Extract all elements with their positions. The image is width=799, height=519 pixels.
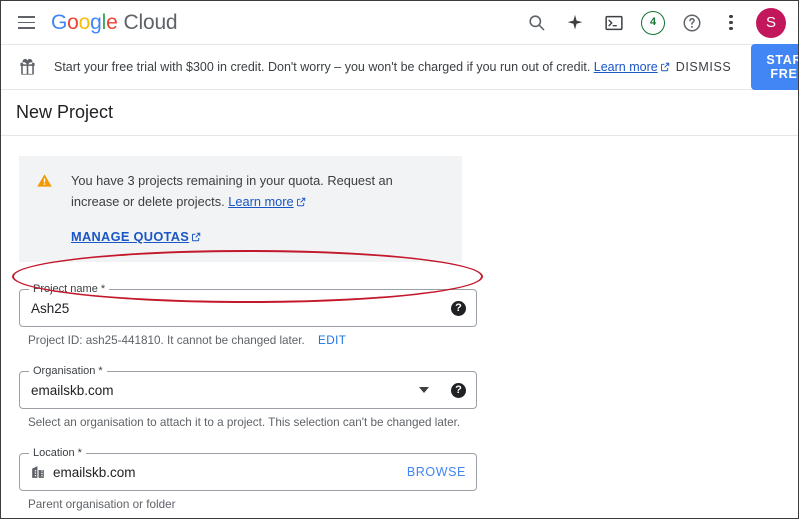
dismiss-button[interactable]: DISMISS	[670, 52, 738, 82]
browse-location-button[interactable]: BROWSE	[407, 465, 466, 479]
external-link-icon	[191, 230, 201, 245]
chevron-down-icon[interactable]	[419, 387, 429, 393]
external-link-icon	[660, 61, 670, 75]
avatar-initial: S	[765, 14, 776, 31]
location-legend: Location *	[29, 447, 86, 459]
organisation-legend: Organisation *	[29, 365, 107, 377]
building-icon	[31, 465, 45, 479]
quota-learn-more-link[interactable]: Learn more	[228, 194, 293, 209]
help-icon[interactable]	[675, 6, 709, 40]
location-hint: Parent organisation or folder	[28, 498, 176, 511]
cloud-shell-icon[interactable]	[597, 6, 631, 40]
main-content: You have 3 projects remaining in your qu…	[1, 136, 798, 518]
warning-triangle-icon	[33, 172, 55, 189]
quota-notice-card: You have 3 projects remaining in your qu…	[19, 156, 462, 262]
location-value: emailskb.com	[53, 464, 136, 480]
gemini-sparkle-icon[interactable]	[558, 6, 592, 40]
organisation-value: emailskb.com	[31, 382, 114, 398]
google-cloud-logo[interactable]: Google Cloud	[51, 10, 178, 35]
help-filled-icon[interactable]: ?	[451, 382, 466, 398]
notification-badge: 4	[641, 10, 665, 35]
more-options-icon[interactable]	[714, 6, 748, 40]
quota-notice-body: You have 3 projects remaining in your qu…	[71, 170, 431, 246]
project-name-legend: Project name *	[29, 283, 110, 295]
avatar[interactable]: S	[756, 7, 786, 38]
promo-learn-more-link[interactable]: Learn more	[594, 60, 658, 74]
organisation-hint: Select an organisation to attach it to a…	[28, 416, 461, 429]
top-app-bar: Google Cloud 4 S	[1, 1, 798, 45]
kebab-dots	[729, 14, 733, 31]
start-free-button[interactable]: START FREE	[751, 44, 798, 90]
project-name-hint: Project ID: ash25-441810. It cannot be c…	[28, 334, 798, 347]
page-title: New Project	[16, 102, 114, 122]
project-name-field[interactable]: Project name * ?	[19, 283, 477, 327]
logo-letter-o2: o	[78, 10, 91, 34]
promo-actions: DISMISS START FREE	[670, 44, 798, 90]
quota-notice-text: You have 3 projects remaining in your qu…	[71, 170, 431, 213]
logo-letter-o1: o	[67, 10, 79, 34]
google-cloud-new-project-screen: Google Cloud 4 S Start your free trial w…	[0, 0, 799, 519]
manage-quotas-label: MANAGE QUOTAS	[71, 229, 190, 244]
promo-message: Start your free trial with $300 in credi…	[54, 59, 591, 74]
logo-letter-g1: G	[51, 10, 68, 34]
gift-icon	[14, 58, 40, 77]
free-trial-banner: Start your free trial with $300 in credi…	[1, 44, 798, 90]
manage-quotas-link[interactable]: MANAGE QUOTAS	[71, 229, 201, 245]
external-link-icon	[296, 192, 306, 213]
google-wordmark: Google	[51, 11, 118, 35]
help-filled-icon[interactable]: ?	[451, 300, 466, 316]
search-icon[interactable]	[519, 6, 553, 40]
logo-letter-g2: g	[90, 10, 102, 34]
project-id-text: Project ID: ash25-441810. It cannot be c…	[28, 334, 305, 347]
location-field[interactable]: Location * emailskb.com BROWSE	[19, 447, 477, 491]
organisation-field-block: Organisation * emailskb.com ? Select an …	[19, 365, 798, 429]
promo-text: Start your free trial with $300 in credi…	[54, 60, 670, 75]
project-name-input[interactable]	[31, 300, 445, 316]
location-field-block: Location * emailskb.com BROWSE Parent or…	[19, 447, 798, 511]
notifications-count-button[interactable]: 4	[636, 6, 670, 40]
logo-letter-e: e	[106, 10, 118, 34]
page-header: New Project	[1, 90, 798, 136]
cloud-wordmark: Cloud	[123, 10, 178, 34]
organisation-select[interactable]: Organisation * emailskb.com ?	[19, 365, 477, 409]
project-name-field-block: Project name * ? Project ID: ash25-44181…	[19, 283, 798, 347]
edit-project-id-link[interactable]: EDIT	[318, 334, 346, 347]
hamburger-menu-icon[interactable]	[11, 8, 41, 38]
